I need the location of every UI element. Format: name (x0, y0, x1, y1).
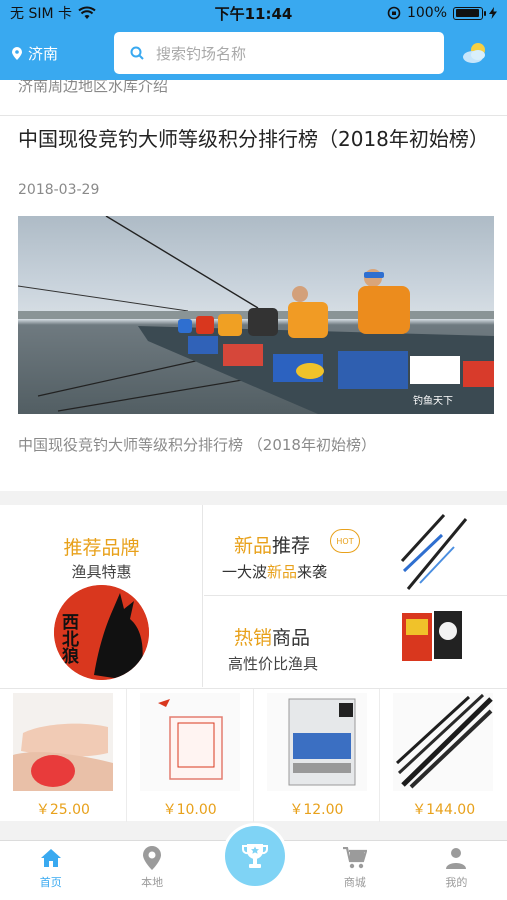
home-icon (39, 846, 63, 870)
top-bar: 无 SIM 卡 下午11:44 100% 济南 搜索钓场名称 (0, 0, 507, 80)
image-watermark: 钓鱼天下 (413, 394, 453, 407)
cart-icon (342, 846, 367, 870)
bait-package-image (402, 611, 462, 661)
app-screen: 无 SIM 卡 下午11:44 100% 济南 搜索钓场名称 济南周边地区水库介… (0, 0, 507, 900)
trophy-icon (242, 844, 268, 868)
carrier-label: 无 SIM 卡 (10, 6, 72, 22)
product-price: ￥25.00 (35, 802, 90, 818)
header: 济南 搜索钓场名称 (0, 26, 507, 80)
product-item[interactable]: ￥12.00 (254, 689, 381, 822)
fab-circle (225, 826, 285, 886)
battery-percent: 100% (406, 5, 447, 21)
product-price: ￥10.00 (162, 802, 217, 818)
location-pin-icon (12, 46, 22, 60)
hot-products-title: 热销商品 (234, 627, 311, 649)
search-placeholder: 搜索钓场名称 (156, 44, 247, 63)
wifi-icon (78, 6, 96, 19)
orientation-lock-icon (387, 6, 401, 20)
shop-section: 推荐品牌 渔具特惠 西北狼 新品推荐 HOT 一大波新品来袭 热销商品 高性价比… (0, 505, 507, 822)
product-list: ￥25.00 ￥10.00 ￥12.00 ￥144.00 (0, 688, 507, 822)
tab-home[interactable]: 首页 (0, 841, 101, 900)
status-time: 下午11:44 (214, 4, 293, 23)
product-item[interactable]: ￥25.00 (0, 689, 127, 822)
tab-mall-label: 商城 (343, 876, 366, 889)
brand-subtitle: 渔具特惠 (71, 563, 132, 581)
search-icon (130, 46, 144, 60)
new-products-subtitle: 一大波新品来袭 (222, 563, 328, 581)
fishing-rods-image (400, 513, 468, 590)
tab-local-label: 本地 (141, 876, 164, 889)
recommended-brand-card[interactable]: 推荐品牌 渔具特惠 西北狼 (0, 505, 203, 687)
city-name: 济南 (28, 44, 59, 63)
brand-logo: 西北狼 (54, 585, 149, 680)
article-card[interactable]: 中国现役竞钓大师等级积分排行榜（2018年初始榜） 2018-03-29 钓鱼天… (0, 116, 507, 491)
product-item[interactable]: ￥144.00 (380, 689, 507, 822)
person-icon (444, 846, 468, 870)
hot-products-card[interactable]: 热销商品 高性价比渔具 (204, 597, 507, 687)
tab-mall[interactable]: 商城 (304, 841, 405, 900)
city-selector[interactable]: 济南 (0, 43, 112, 64)
charging-icon (489, 7, 497, 19)
previous-article-title: 济南周边地区水库介绍 (18, 80, 169, 95)
product-image (266, 693, 367, 791)
article-title: 中国现役竞钓大师等级积分排行榜（2018年初始榜） (18, 127, 489, 151)
article-caption: 中国现役竞钓大师等级积分排行榜 （2018年初始榜） (18, 436, 376, 454)
location-pin-icon (140, 846, 164, 870)
brand-logo-text: 西北狼 (58, 613, 79, 665)
center-trophy-button[interactable] (222, 823, 288, 889)
partly-cloudy-icon[interactable] (460, 38, 490, 68)
status-right: 100% (387, 5, 497, 21)
new-products-title: 新品推荐 (234, 535, 311, 557)
status-left: 无 SIM 卡 (10, 3, 96, 23)
product-image (13, 693, 113, 791)
status-bar: 无 SIM 卡 下午11:44 100% (0, 0, 507, 26)
product-image (139, 693, 240, 791)
product-price: ￥12.00 (289, 802, 344, 818)
new-products-card[interactable]: 新品推荐 HOT 一大波新品来袭 (204, 505, 507, 596)
tab-mine-label: 我的 (445, 876, 468, 889)
hot-badge: HOT (330, 529, 360, 553)
tab-mine[interactable]: 我的 (406, 841, 507, 900)
product-price: ￥144.00 (412, 802, 476, 818)
product-image (393, 693, 494, 791)
tab-local[interactable]: 本地 (101, 841, 202, 900)
product-item[interactable]: ￥10.00 (127, 689, 254, 822)
brand-title: 推荐品牌 (63, 537, 140, 559)
search-input[interactable]: 搜索钓场名称 (114, 32, 444, 74)
article-date: 2018-03-29 (18, 182, 100, 198)
previous-article-row[interactable]: 济南周边地区水库介绍 (0, 80, 507, 116)
tab-home-label: 首页 (39, 876, 62, 889)
article-image[interactable]: 钓鱼天下 (18, 216, 494, 414)
hot-products-subtitle: 高性价比渔具 (228, 655, 319, 673)
battery-icon (453, 6, 486, 20)
